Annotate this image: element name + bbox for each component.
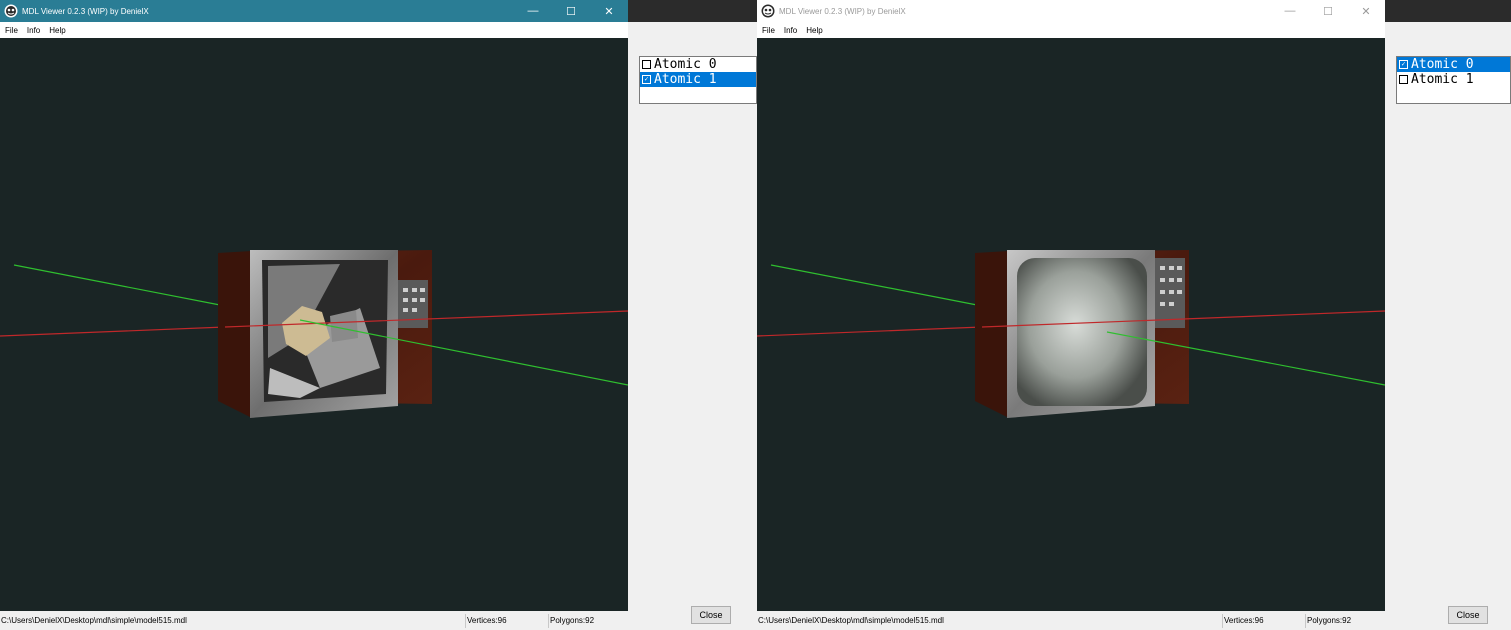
status-file-path: C:\Users\DenielX\Desktop\mdl\simple\mode…: [1, 616, 187, 625]
viewer-window-left: MDL Viewer 0.2.3 (WIP) by DenielX — ☐ ✕ …: [0, 0, 628, 630]
desktop: MDL Viewer 0.2.3 (WIP) by DenielX — ☐ ✕ …: [0, 0, 1511, 630]
menu-info[interactable]: Info: [784, 26, 797, 35]
maximize-button[interactable]: ☐: [552, 0, 590, 22]
tv-control-panel: [398, 280, 428, 328]
atomic-list[interactable]: Atomic 0 ✓ Atomic 1: [639, 56, 757, 104]
list-item-label: Atomic 0: [1411, 57, 1474, 72]
status-vertices: Vertices:96: [465, 614, 543, 628]
list-item-atomic-1[interactable]: Atomic 1: [1397, 72, 1510, 87]
status-file-path: C:\Users\DenielX\Desktop\mdl\simple\mode…: [758, 616, 944, 625]
tv-model-render: [0, 250, 628, 418]
menu-file[interactable]: File: [762, 26, 775, 35]
3d-viewport[interactable]: [757, 38, 1385, 611]
title-bar[interactable]: MDL Viewer 0.2.3 (WIP) by DenielX — ☐ ✕: [757, 0, 1385, 22]
menu-bar: File Info Help: [0, 22, 628, 38]
list-item-atomic-0[interactable]: ✓ Atomic 0: [1397, 57, 1510, 72]
maximize-button[interactable]: ☐: [1309, 0, 1347, 22]
status-polygons: Polygons:92: [548, 614, 626, 628]
close-button[interactable]: Close: [691, 606, 731, 624]
app-icon: [761, 4, 775, 18]
checkbox-checked[interactable]: ✓: [1399, 60, 1408, 69]
minimize-button[interactable]: —: [1271, 0, 1309, 22]
atomic-panel-left: Atomic 0 ✓ Atomic 1 Close: [628, 0, 757, 630]
close-window-button[interactable]: ✕: [1347, 0, 1385, 22]
menu-info[interactable]: Info: [27, 26, 40, 35]
checkbox-checked[interactable]: ✓: [642, 75, 651, 84]
close-button[interactable]: Close: [1448, 606, 1488, 624]
tv-screen: [1017, 258, 1147, 406]
status-vertices: Vertices:96: [1222, 614, 1300, 628]
atomic-panel-right: ✓ Atomic 0 Atomic 1 Close: [1385, 0, 1511, 630]
close-window-button[interactable]: ✕: [590, 0, 628, 22]
menu-help[interactable]: Help: [806, 26, 822, 35]
list-item-label: Atomic 1: [654, 72, 717, 87]
list-item-atomic-1[interactable]: ✓ Atomic 1: [640, 72, 756, 87]
x-axis-line: [757, 326, 983, 337]
list-item-atomic-0[interactable]: Atomic 0: [640, 57, 756, 72]
3d-viewport[interactable]: [0, 38, 628, 611]
title-bar[interactable]: MDL Viewer 0.2.3 (WIP) by DenielX — ☐ ✕: [0, 0, 628, 22]
list-item-label: Atomic 0: [654, 57, 717, 72]
window-title: MDL Viewer 0.2.3 (WIP) by DenielX: [22, 6, 149, 16]
window-title: MDL Viewer 0.2.3 (WIP) by DenielX: [779, 6, 906, 16]
checkbox[interactable]: [1399, 75, 1408, 84]
y-axis-line: [13, 264, 221, 306]
list-item-label: Atomic 1: [1411, 72, 1474, 87]
tv-model-render: [757, 250, 1385, 418]
menu-bar: File Info Help: [757, 22, 1385, 38]
minimize-button[interactable]: —: [514, 0, 552, 22]
checkbox[interactable]: [642, 60, 651, 69]
y-axis-line: [770, 264, 978, 306]
status-bar: C:\Users\DenielX\Desktop\mdl\simple\mode…: [757, 611, 1385, 630]
atomic-list[interactable]: ✓ Atomic 0 Atomic 1: [1396, 56, 1511, 104]
viewer-window-right: MDL Viewer 0.2.3 (WIP) by DenielX — ☐ ✕ …: [757, 0, 1385, 630]
x-axis-line: [0, 326, 226, 337]
menu-help[interactable]: Help: [49, 26, 65, 35]
menu-file[interactable]: File: [5, 26, 18, 35]
status-bar: C:\Users\DenielX\Desktop\mdl\simple\mode…: [0, 611, 628, 630]
status-polygons: Polygons:92: [1305, 614, 1383, 628]
app-icon: [4, 4, 18, 18]
